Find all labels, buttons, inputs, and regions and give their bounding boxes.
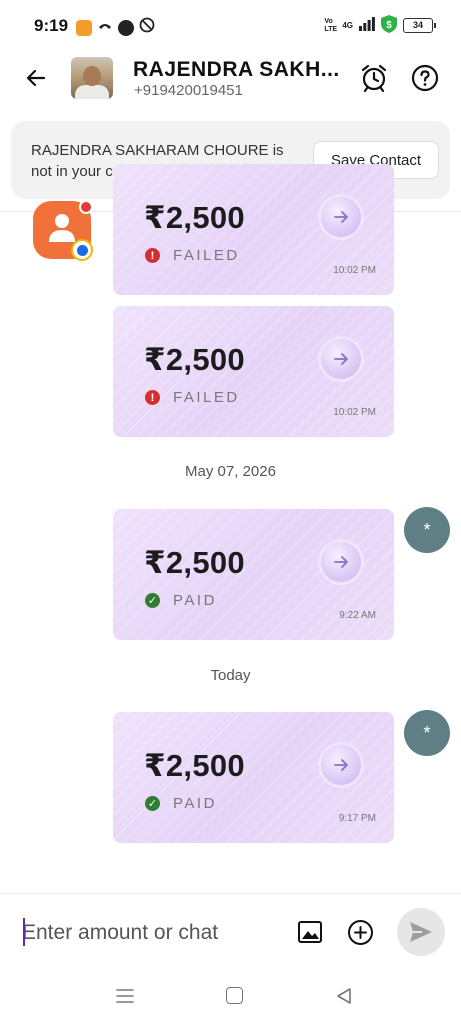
image-icon (298, 921, 322, 943)
attach-image-button[interactable] (297, 919, 323, 945)
vpn-icon (139, 17, 155, 38)
paid-check-icon: ✓ (145, 593, 160, 608)
volte-label: Vo LTE (324, 17, 338, 33)
payment-time: 9:17 PM (338, 813, 376, 824)
arrow-right-icon (334, 353, 348, 365)
payment-status: ! FAILED (145, 247, 240, 264)
security-shield-icon: $ (381, 15, 397, 36)
menu-icon (116, 989, 134, 1003)
payment-status: ! FAILED (145, 389, 240, 406)
payment-amount: ₹2,500 (144, 545, 245, 580)
chat-input[interactable] (22, 913, 272, 953)
notification-dot (79, 200, 93, 214)
chat-notification-icon (118, 19, 134, 36)
chat-header: RAJENDRA SAKH... +919420019451 (0, 52, 461, 112)
app-notification-icon (76, 19, 92, 36)
payment-amount: ₹2,500 (144, 342, 245, 377)
send-button[interactable] (397, 908, 445, 956)
payment-amount: ₹2,500 (144, 200, 245, 235)
back-button[interactable] (20, 62, 52, 94)
paid-check-icon: ✓ (145, 796, 160, 811)
payment-card[interactable]: ₹2,500 ✓ PAID 9:17 PM (113, 712, 394, 843)
payment-card[interactable]: ₹2,500 ✓ PAID 9:22 AM (113, 509, 394, 640)
network-label: 4G (342, 21, 353, 30)
open-payment-button[interactable] (321, 745, 361, 785)
arrow-right-icon (334, 759, 348, 771)
arrow-right-icon (334, 211, 348, 223)
payment-time: 9:22 AM (339, 610, 376, 621)
system-back-button[interactable] (335, 987, 353, 1005)
status-label: FAILED (173, 389, 240, 406)
payment-time: 10:02 PM (333, 265, 376, 276)
reminder-button[interactable] (359, 63, 389, 93)
status-label: PAID (173, 592, 217, 609)
status-bar: 9:19 Vo LTE 4G $ 34 (0, 0, 461, 52)
triangle-back-icon (337, 988, 351, 1004)
system-icons: Vo LTE 4G $ 34 (324, 15, 436, 36)
person-icon (49, 214, 75, 242)
notification-icons (76, 17, 155, 38)
svg-text:$: $ (386, 20, 392, 31)
date-separator: May 07, 2026 (185, 463, 276, 480)
sender-avatar[interactable] (33, 200, 93, 261)
alarm-clock-icon (361, 64, 387, 93)
payment-status: ✓ PAID (145, 592, 217, 609)
text-cursor (23, 918, 25, 946)
help-icon (411, 64, 439, 92)
status-time: 9:19 (34, 16, 69, 35)
payment-card[interactable]: ₹2,500 ! FAILED 10:02 PM (113, 306, 394, 437)
add-button[interactable] (347, 919, 374, 946)
open-payment-button[interactable] (321, 197, 361, 237)
verified-badge-icon (71, 239, 93, 261)
payment-card[interactable]: ₹2,500 ! FAILED 10:02 PM (113, 164, 394, 295)
failed-icon: ! (145, 248, 160, 263)
contact-phone: +919420019451 (134, 82, 243, 99)
recent-apps-button[interactable] (116, 987, 134, 1005)
battery-indicator: 34 (403, 18, 436, 33)
missed-call-icon (97, 17, 113, 38)
payment-time: 10:02 PM (333, 407, 376, 418)
payment-amount: ₹2,500 (144, 748, 245, 783)
back-arrow-icon (26, 69, 46, 87)
status-label: FAILED (173, 247, 240, 264)
contact-name[interactable]: RAJENDRA SAKH... (133, 58, 340, 82)
arrow-right-icon (334, 556, 348, 568)
system-nav-bar (0, 975, 461, 1024)
send-icon (410, 922, 432, 942)
date-separator: Today (210, 667, 251, 684)
open-payment-button[interactable] (321, 542, 361, 582)
open-payment-button[interactable] (321, 339, 361, 379)
signal-icon (359, 17, 375, 34)
composer-divider (0, 893, 461, 894)
failed-icon: ! (145, 390, 160, 405)
payment-status: ✓ PAID (145, 795, 217, 812)
plus-circle-icon (348, 920, 373, 945)
my-avatar[interactable]: * (404, 507, 450, 553)
status-label: PAID (173, 795, 217, 812)
home-button[interactable] (226, 987, 243, 1004)
my-avatar[interactable]: * (404, 710, 450, 756)
contact-avatar[interactable] (71, 57, 113, 99)
help-button[interactable] (411, 64, 439, 92)
